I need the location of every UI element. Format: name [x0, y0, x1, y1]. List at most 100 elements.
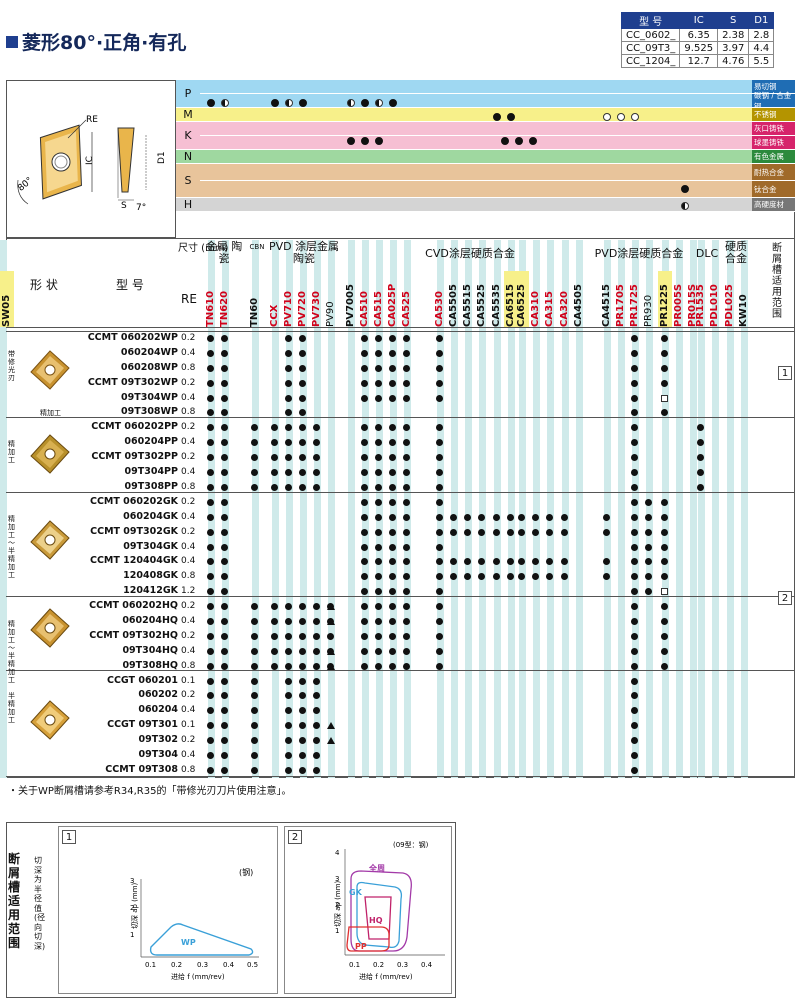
availability-mark — [631, 379, 638, 387]
availability-mark — [251, 632, 258, 640]
chart-2-ytick-4: 4 — [335, 849, 340, 857]
availability-mark — [299, 752, 306, 759]
availability-mark — [375, 617, 382, 625]
grade-ca5535: CA5535 — [490, 271, 504, 327]
availability-mark — [645, 498, 652, 506]
s-label: S — [121, 201, 127, 211]
section-label: 精加工～半精加工 — [8, 620, 15, 684]
chart-1-wp-region — [149, 923, 254, 956]
availability-mark — [561, 528, 568, 536]
availability-mark — [221, 766, 228, 774]
grade-label: CA530 — [434, 291, 445, 327]
material-band — [200, 80, 752, 94]
availability-mark — [207, 662, 214, 670]
insert-type: CCGT 09T301 — [107, 719, 178, 731]
availability-mark — [436, 632, 443, 640]
availability-mark — [207, 766, 214, 774]
material-code-m: M — [176, 108, 200, 122]
dim-cell: 5.5 — [748, 54, 775, 68]
re-label: RE — [86, 115, 98, 125]
corner-radius: 0.2 — [181, 422, 196, 433]
availability-mark — [361, 632, 368, 640]
material-label: 高硬度材 — [752, 198, 795, 212]
availability-mark — [221, 603, 228, 611]
availability-mark — [389, 603, 396, 611]
chart-2-gk-label: GK — [349, 888, 363, 897]
availability-mark — [221, 469, 228, 477]
availability-mark — [361, 513, 368, 521]
availability-mark — [403, 483, 410, 491]
page-title: 菱形80°·正角·有孔 — [6, 28, 186, 55]
grade-label: PV710 — [283, 291, 294, 327]
availability-mark — [327, 737, 335, 745]
availability-mark — [375, 483, 382, 491]
material-label: 球墨铸铁 — [752, 136, 795, 150]
material-band — [200, 94, 752, 108]
suitability-symbol — [529, 137, 537, 145]
availability-mark — [313, 603, 320, 611]
grade-label: CA525 — [401, 291, 412, 327]
availability-mark — [299, 617, 306, 625]
insert-type: 09T304GK — [123, 540, 178, 552]
availability-mark — [389, 335, 396, 342]
availability-mark — [661, 498, 668, 506]
row-separator — [6, 670, 795, 671]
material-label: 碳钢 / 合金钢 — [752, 91, 795, 111]
suitability-symbol — [207, 99, 215, 107]
availability-mark — [436, 469, 443, 477]
suitability-symbol — [347, 137, 355, 145]
corner-radius: 0.1 — [181, 720, 196, 731]
ic-label: IC — [85, 156, 95, 165]
availability-mark — [375, 632, 382, 640]
availability-mark — [327, 722, 335, 730]
availability-mark — [389, 483, 396, 491]
grade-label: CA5525 — [476, 284, 487, 327]
corner-radius: 0.2 — [181, 377, 196, 388]
corner-radius: 0.4 — [181, 615, 196, 626]
grade-pr1535: PR1535 — [694, 271, 708, 327]
grade-pv90: PV90 — [324, 271, 338, 327]
grade-ca525: CA525 — [400, 271, 414, 327]
dim-header-0: 型 号 — [620, 12, 681, 29]
insert-type: 09T304 — [138, 749, 178, 760]
availability-mark — [403, 513, 410, 521]
insert-photo-wp — [30, 350, 70, 390]
availability-mark — [436, 543, 443, 551]
availability-mark — [361, 335, 368, 342]
insert-type: CCMT 060202PP — [91, 421, 178, 433]
suitability-symbol — [375, 137, 383, 145]
insert-type: CCMT 09T302PP — [91, 451, 178, 463]
grade-ca4515: CA4515 — [600, 271, 614, 327]
availability-mark — [207, 364, 214, 372]
availability-mark — [403, 364, 410, 372]
corner-radius: 0.2 — [181, 735, 196, 746]
availability-mark — [251, 752, 258, 759]
availability-mark — [251, 662, 258, 670]
grade-label: CCX — [269, 304, 280, 327]
grade-label: CA510 — [359, 291, 370, 327]
insert-photo-ccgt — [30, 700, 70, 740]
availability-mark — [661, 617, 668, 625]
availability-mark — [271, 632, 278, 640]
availability-mark — [285, 335, 292, 342]
availability-mark — [403, 632, 410, 640]
grade-ca6525: CA6525 — [515, 271, 529, 327]
grade-tn620: TN620 — [218, 271, 232, 327]
availability-mark — [507, 528, 514, 536]
availability-mark — [313, 647, 320, 655]
chart-2-pp-label: PP — [355, 942, 367, 951]
availability-mark — [436, 647, 443, 655]
availability-mark — [285, 662, 292, 670]
availability-mark — [221, 498, 228, 506]
insert-type: CCMT 09T308 — [105, 763, 178, 775]
availability-mark — [375, 528, 382, 536]
availability-mark — [285, 394, 292, 402]
insert-type: 09T302 — [138, 734, 178, 746]
suitability-symbol — [493, 113, 501, 121]
availability-mark — [285, 617, 292, 625]
grade-label: PV90 — [325, 301, 336, 327]
grade-pv7005: PV7005 — [344, 271, 358, 327]
availability-mark — [661, 349, 668, 357]
corner-radius: 0.2 — [181, 630, 196, 641]
availability-mark — [375, 364, 382, 372]
